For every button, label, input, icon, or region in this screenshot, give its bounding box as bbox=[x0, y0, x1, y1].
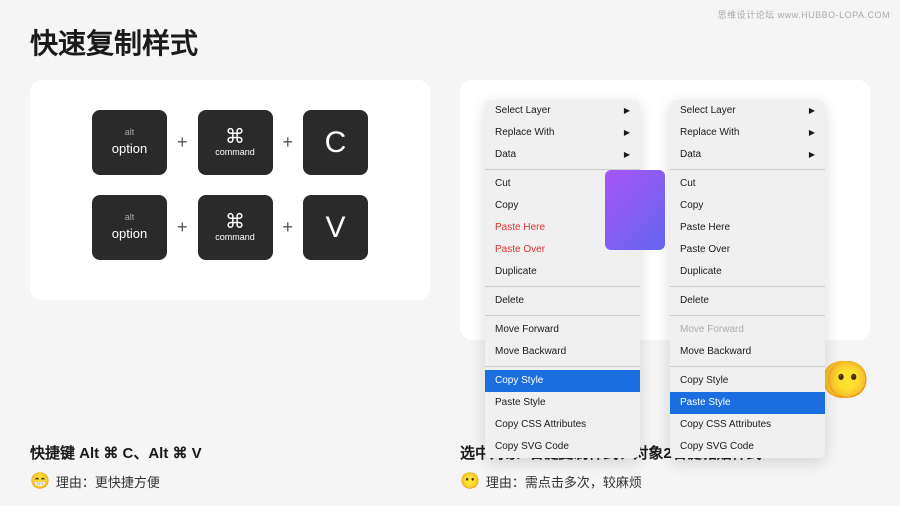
menu2-paste-over: Paste Over bbox=[670, 239, 825, 261]
plus-4: + bbox=[283, 217, 294, 238]
bottom-left-text: 理由：更快捷方便 bbox=[56, 472, 160, 491]
menu2-data: Data bbox=[670, 144, 825, 166]
alt-label-1: alt bbox=[125, 127, 135, 139]
menu1-delete: Delete bbox=[485, 290, 640, 312]
menu1-replace-with: Replace With bbox=[485, 122, 640, 144]
menu1-paste-style: Paste Style bbox=[485, 392, 640, 414]
menu2-div2 bbox=[670, 286, 825, 287]
option-label-2: option bbox=[112, 226, 147, 243]
menu2-delete: Delete bbox=[670, 290, 825, 312]
option-label-1: option bbox=[112, 141, 147, 158]
menu2-duplicate: Duplicate bbox=[670, 261, 825, 283]
plus-2: + bbox=[283, 132, 294, 153]
menu2-paste-here: Paste Here bbox=[670, 217, 825, 239]
cmd-symbol-2: ⌘ bbox=[225, 212, 245, 232]
menu1-move-forward: Move Forward bbox=[485, 319, 640, 341]
menu2-copy-svg: Copy SVG Code bbox=[670, 436, 825, 458]
menu1-select-layer: Select Layer bbox=[485, 100, 640, 122]
menu1-copy-css: Copy CSS Attributes bbox=[485, 414, 640, 436]
command-label-2: command bbox=[215, 232, 255, 244]
cmd-key-1: ⌘ command bbox=[198, 110, 273, 175]
menu1-data: Data bbox=[485, 144, 640, 166]
context-menus-container: Select Layer Replace With Data Cut Copy … bbox=[485, 100, 845, 320]
bottom-right-text: 理由：需点击多次，较麻烦 bbox=[486, 472, 642, 491]
menu2-copy: Copy bbox=[670, 195, 825, 217]
plus-1: + bbox=[177, 132, 188, 153]
page-title: 快速复制样式 bbox=[30, 22, 198, 62]
object-preview bbox=[605, 170, 665, 250]
emoji-right: 😶 bbox=[825, 359, 870, 401]
menu2-select-layer: Select Layer bbox=[670, 100, 825, 122]
watermark: 思维设计论坛 www.HUBBO-LOPA.COM bbox=[718, 8, 890, 21]
bottom-right-emoji: 😶 bbox=[460, 471, 480, 491]
context-menu-1: Select Layer Replace With Data Cut Copy … bbox=[485, 100, 640, 458]
menu1-move-backward: Move Backward bbox=[485, 341, 640, 363]
menu2-replace-with: Replace With bbox=[670, 122, 825, 144]
menu2-copy-style: Copy Style bbox=[670, 370, 825, 392]
menu2-move-backward: Move Backward bbox=[670, 341, 825, 363]
menu2-cut: Cut bbox=[670, 173, 825, 195]
alt-key-1: alt option bbox=[92, 110, 167, 175]
menu1-div4 bbox=[485, 366, 640, 367]
key-row-1: alt option + ⌘ command + C bbox=[50, 110, 410, 175]
plus-3: + bbox=[177, 217, 188, 238]
menu1-div2 bbox=[485, 286, 640, 287]
bottom-right-desc: 😶 理由：需点击多次，较麻烦 bbox=[460, 471, 870, 491]
key-row-2: alt option + ⌘ command + V bbox=[50, 195, 410, 260]
cmd-symbol-1: ⌘ bbox=[225, 127, 245, 147]
menu1-duplicate: Duplicate bbox=[485, 261, 640, 283]
bottom-left-emoji: 😁 bbox=[30, 471, 50, 491]
bottom-left-desc: 😁 理由：更快捷方便 bbox=[30, 471, 430, 491]
menu2-move-forward: Move Forward bbox=[670, 319, 825, 341]
menu2-div4 bbox=[670, 366, 825, 367]
context-menu-2: Select Layer Replace With Data Cut Copy … bbox=[670, 100, 825, 458]
right-panel: Select Layer Replace With Data Cut Copy … bbox=[460, 80, 870, 340]
command-label-1: command bbox=[215, 147, 255, 159]
menu2-div3 bbox=[670, 315, 825, 316]
cmd-key-2: ⌘ command bbox=[198, 195, 273, 260]
left-panel: alt option + ⌘ command + C alt option + … bbox=[30, 80, 430, 300]
menu1-copy-style: Copy Style bbox=[485, 370, 640, 392]
bottom-left-section: 快捷键 Alt ⌘ C、Alt ⌘ V 😁 理由：更快捷方便 bbox=[30, 442, 430, 491]
c-key: C bbox=[303, 110, 368, 175]
menu1-copy-svg: Copy SVG Code bbox=[485, 436, 640, 458]
bottom-left-title: 快捷键 Alt ⌘ C、Alt ⌘ V bbox=[30, 442, 430, 463]
alt-label-2: alt bbox=[125, 212, 135, 224]
menu1-div3 bbox=[485, 315, 640, 316]
menu2-copy-css: Copy CSS Attributes bbox=[670, 414, 825, 436]
v-key: V bbox=[303, 195, 368, 260]
menu2-paste-style: Paste Style bbox=[670, 392, 825, 414]
alt-key-2: alt option bbox=[92, 195, 167, 260]
menu2-div1 bbox=[670, 169, 825, 170]
